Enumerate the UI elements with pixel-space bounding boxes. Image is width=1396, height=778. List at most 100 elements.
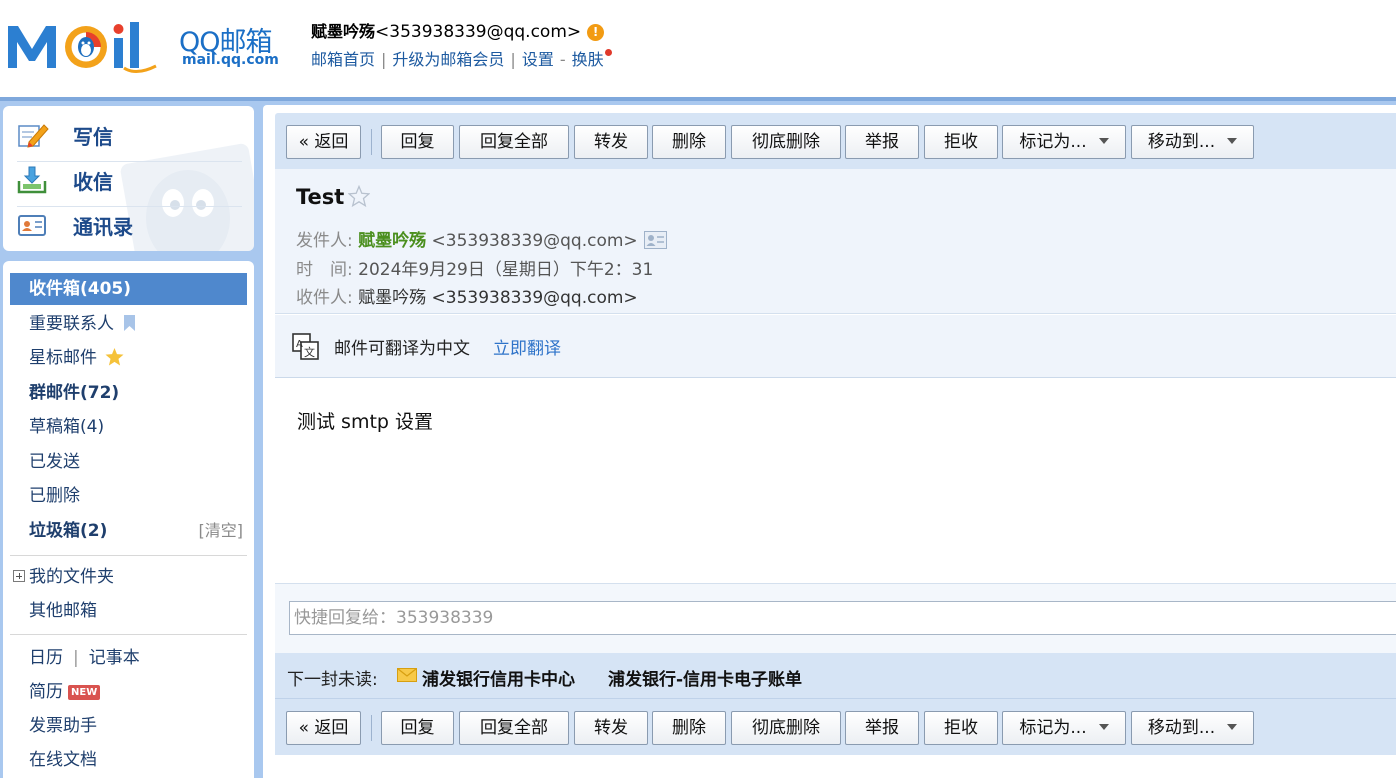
mail-toolbar-top: « 返回 回复 回复全部 转发 删除 彻底删除 举报 拒收 标记为... 移动到… (275, 113, 1396, 169)
time-row: 时 间: 2024年9月29日（星期日）下午2：31 (296, 255, 653, 280)
folder-divider (10, 634, 247, 635)
online-docs-label: 在线文档 (29, 750, 97, 770)
forward-button[interactable]: 转发 (574, 711, 648, 745)
reject-button[interactable]: 拒收 (924, 125, 998, 159)
star-icon (105, 348, 124, 366)
logo-site-text: mail.qq.com (182, 52, 279, 68)
invoice-label: 发票助手 (29, 716, 97, 736)
folder-panel: 收件箱(405) 重要联系人 星标邮件 群邮件(72) 草稿箱(4) 已发送 已… (3, 261, 254, 778)
folder-spam[interactable]: 垃圾箱(2) [清空] (10, 515, 247, 547)
settings-link[interactable]: 设置 (522, 50, 554, 69)
mail-body-text: 测试 smtp 设置 (297, 411, 433, 433)
clear-spam-link[interactable]: [清空] (199, 515, 244, 547)
toolbar-divider (371, 715, 372, 741)
translate-bar: A 文 邮件可翻译为中文 立即翻译 (275, 315, 1396, 378)
folder-group-label: 群邮件(72) (29, 383, 120, 403)
quick-reply-input[interactable] (289, 601, 1396, 635)
delete-button[interactable]: 删除 (652, 125, 726, 159)
mail-subject: Test (296, 185, 371, 209)
sender-name[interactable]: 赋墨吟殇 (358, 231, 426, 251)
notepad-link[interactable]: 记事本 (89, 648, 140, 668)
delete-button[interactable]: 删除 (652, 711, 726, 745)
svg-text:文: 文 (304, 345, 315, 359)
to-label: 收件人: (296, 288, 353, 308)
chevron-down-icon (1098, 724, 1109, 730)
folder-deleted[interactable]: 已删除 (10, 480, 247, 512)
folder-drafts[interactable]: 草稿箱(4) (10, 411, 247, 443)
frame-top-border (0, 97, 1396, 101)
folder-starred[interactable]: 星标邮件 (10, 342, 247, 374)
folder-spam-label: 垃圾箱(2) (29, 521, 108, 541)
mail-toolbar-bottom: « 返回 回复 回复全部 转发 删除 彻底删除 举报 拒收 标记为... 移动到… (275, 699, 1396, 755)
chevron-down-icon (1098, 138, 1109, 144)
change-skin-link[interactable]: 换肤 (572, 50, 604, 69)
permanent-delete-button[interactable]: 彻底删除 (731, 125, 841, 159)
move-to-label: 移动到... (1147, 718, 1216, 738)
next-unread-subject[interactable]: 浦发银行-信用卡电子账单 (608, 665, 802, 690)
reply-button[interactable]: 回复 (381, 125, 454, 159)
account-email: <353938339@qq.com> (375, 22, 582, 42)
compose-button[interactable]: 写信 (17, 113, 242, 157)
receive-button[interactable]: 收信 (17, 158, 242, 202)
move-to-dropdown[interactable]: 移动到... (1131, 711, 1254, 745)
folder-drafts-label: 草稿箱(4) (29, 417, 105, 437)
reject-button[interactable]: 拒收 (924, 711, 998, 745)
next-unread-sender[interactable]: 浦发银行信用卡中心 (422, 665, 575, 690)
mailbox-home-link[interactable]: 邮箱首页 (311, 50, 375, 69)
resume-link[interactable]: 简历 NEW (10, 676, 247, 708)
reply-all-button[interactable]: 回复全部 (459, 711, 569, 745)
mail-body: 测试 smtp 设置 (275, 379, 1396, 583)
forward-button[interactable]: 转发 (574, 125, 648, 159)
back-button[interactable]: « 返回 (286, 711, 361, 745)
reply-all-button[interactable]: 回复全部 (459, 125, 569, 159)
folder-vip-contacts[interactable]: 重要联系人 (10, 308, 247, 340)
warning-icon[interactable]: ! (587, 24, 605, 41)
translate-now-link[interactable]: 立即翻译 (493, 334, 561, 359)
back-button[interactable]: « 返回 (286, 125, 361, 159)
from-label: 发件人: (296, 231, 353, 251)
receive-label: 收信 (73, 169, 113, 194)
tools-row-calendar-notepad: 日历 | 记事本 (10, 642, 247, 674)
next-unread-label: 下一封未读: (287, 670, 378, 690)
permanent-delete-button[interactable]: 彻底删除 (731, 711, 841, 745)
folder-vip-label: 重要联系人 (29, 314, 114, 334)
link-divider: | (381, 50, 387, 69)
folder-sent[interactable]: 已发送 (10, 446, 247, 478)
online-docs-link[interactable]: 在线文档 (10, 744, 247, 776)
upgrade-member-link[interactable]: 升级为邮箱会员 (392, 50, 504, 69)
folder-other-mailbox[interactable]: 其他邮箱 (10, 595, 247, 627)
folder-group-mail[interactable]: 群邮件(72) (10, 377, 247, 409)
bookmark-icon (124, 315, 135, 331)
address-card-icon (18, 215, 46, 236)
mark-as-dropdown[interactable]: 标记为... (1002, 125, 1126, 159)
folder-sent-label: 已发送 (29, 452, 80, 472)
folder-inbox[interactable]: 收件箱(405) (10, 273, 247, 305)
expand-plus-icon[interactable] (13, 570, 25, 582)
translate-icon: A 文 (292, 333, 319, 360)
from-row: 发件人: 赋墨吟殇 <353938339@qq.com> (296, 226, 667, 251)
calendar-link[interactable]: 日历 (29, 648, 63, 668)
folder-inbox-label: 收件箱(405) (29, 279, 132, 299)
folder-my-folders[interactable]: 我的文件夹 (10, 561, 247, 593)
contact-card-icon[interactable] (643, 231, 667, 249)
top-header: QQ邮箱 mail.qq.com 赋墨吟殇<353938339@qq.com>!… (0, 0, 1396, 97)
top-links: 邮箱首页 | 升级为邮箱会员 | 设置 - 换肤 (311, 46, 612, 70)
subject-text: Test (296, 185, 345, 209)
svg-text:A: A (296, 339, 303, 350)
sender-email[interactable]: <353938339@qq.com> (432, 231, 638, 251)
qq-mail-logo[interactable]: QQ邮箱 mail.qq.com (6, 16, 286, 76)
translate-prompt: 邮件可翻译为中文 (334, 339, 470, 359)
invoice-assistant-link[interactable]: 发票助手 (10, 710, 247, 742)
my-folders-label: 我的文件夹 (29, 567, 114, 587)
reply-button[interactable]: 回复 (381, 711, 454, 745)
mail-read-panel: « 返回 回复 回复全部 转发 删除 彻底删除 举报 拒收 标记为... 移动到… (263, 105, 1396, 778)
contacts-button[interactable]: 通讯录 (17, 203, 242, 247)
link-dash: - (559, 50, 566, 69)
mark-as-dropdown[interactable]: 标记为... (1002, 711, 1126, 745)
recipient-value[interactable]: 赋墨吟殇 <353938339@qq.com> (358, 288, 638, 308)
report-button[interactable]: 举报 (845, 125, 919, 159)
mark-as-label: 标记为... (1019, 132, 1087, 152)
report-button[interactable]: 举报 (845, 711, 919, 745)
star-outline-icon[interactable] (348, 185, 371, 207)
move-to-dropdown[interactable]: 移动到... (1131, 125, 1254, 159)
